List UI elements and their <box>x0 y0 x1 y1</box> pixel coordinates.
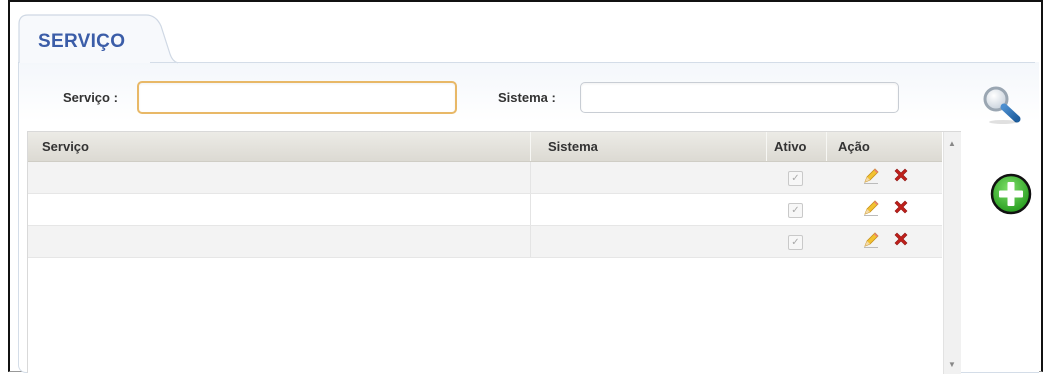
column-divider <box>530 162 531 193</box>
column-divider <box>530 226 531 257</box>
vertical-scrollbar[interactable]: ▲ ▼ <box>943 132 961 374</box>
table-row[interactable]: ✓ <box>28 194 942 226</box>
page-title: SERVIÇO <box>38 31 126 52</box>
delete-icon[interactable] <box>892 166 910 184</box>
services-grid: Serviço Sistema Ativo Ação ✓ ✓ ✓ ▲ ▼ <box>27 131 961 374</box>
col-header-ativo[interactable]: Ativo <box>774 132 807 161</box>
table-row[interactable]: ✓ <box>28 226 942 258</box>
magnifier-icon <box>983 86 1021 124</box>
plus-circle-icon <box>990 173 1032 215</box>
col-header-servico[interactable]: Serviço <box>42 132 89 161</box>
add-button[interactable] <box>989 172 1033 216</box>
delete-icon[interactable] <box>892 230 910 248</box>
search-button[interactable] <box>981 85 1023 125</box>
col-header-sistema[interactable]: Sistema <box>548 132 598 161</box>
header-divider <box>766 132 767 161</box>
sistema-label: Sistema : <box>498 90 556 105</box>
pencil-icon[interactable] <box>862 167 880 185</box>
sistema-input[interactable] <box>580 82 899 113</box>
delete-icon[interactable] <box>892 198 910 216</box>
scroll-up-icon[interactable]: ▲ <box>948 139 956 148</box>
grid-header: Serviço Sistema Ativo Ação <box>28 132 942 162</box>
servico-label: Serviço : <box>63 90 118 105</box>
header-divider <box>826 132 827 161</box>
header-divider <box>530 132 531 161</box>
col-header-acao[interactable]: Ação <box>838 132 870 161</box>
pencil-icon[interactable] <box>862 231 880 249</box>
column-divider <box>530 194 531 225</box>
tab-underline <box>150 62 1035 63</box>
scroll-down-icon[interactable]: ▼ <box>948 360 956 369</box>
ativo-checkbox[interactable]: ✓ <box>788 171 803 186</box>
ativo-checkbox[interactable]: ✓ <box>788 235 803 250</box>
ativo-checkbox[interactable]: ✓ <box>788 203 803 218</box>
table-row[interactable]: ✓ <box>28 162 942 194</box>
servico-input[interactable] <box>137 81 457 114</box>
pencil-icon[interactable] <box>862 199 880 217</box>
